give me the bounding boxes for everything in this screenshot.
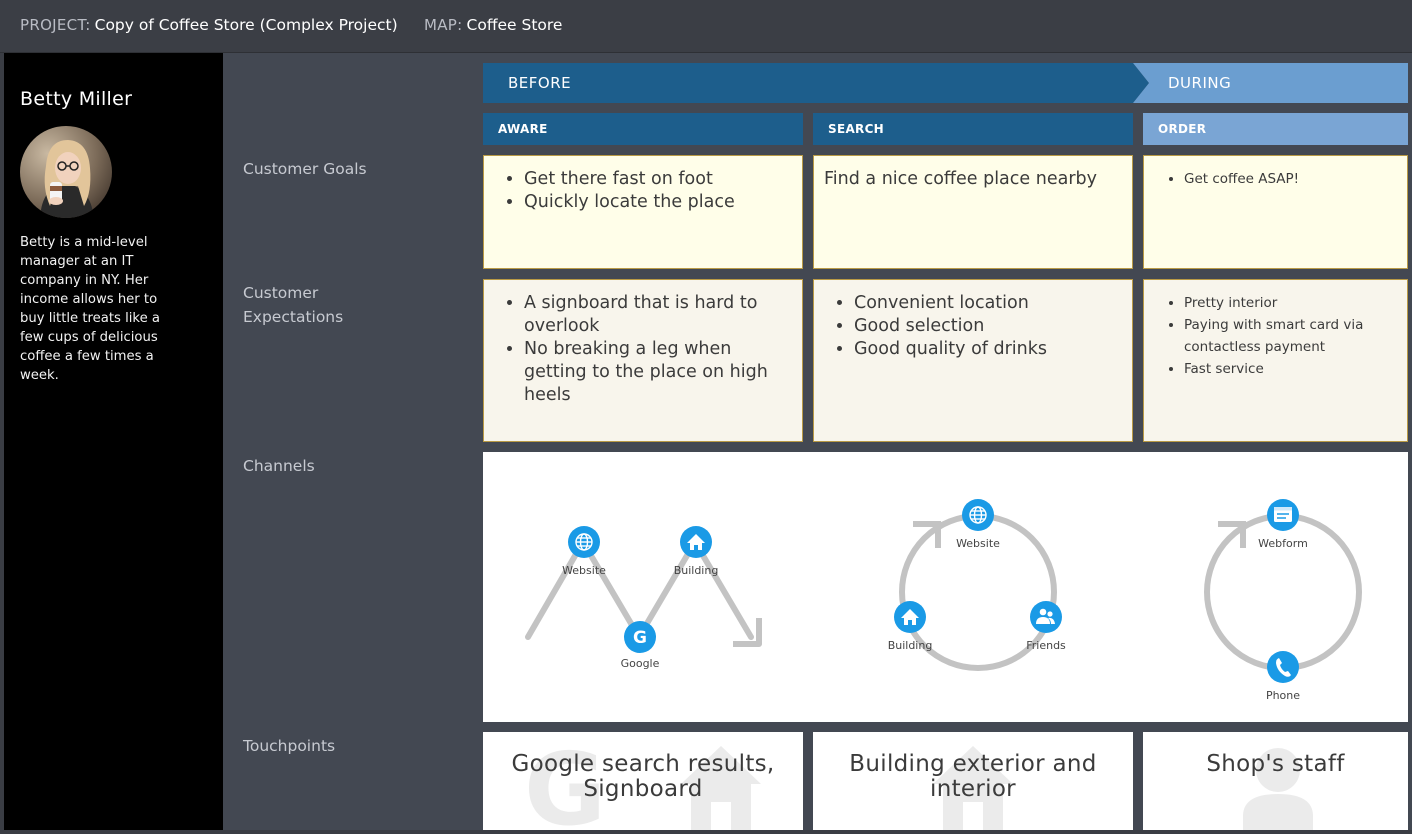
goal-card-aware[interactable]: Get there fast on foot Quickly locate th…: [483, 155, 803, 269]
row-label-goals: Customer Goals: [243, 160, 367, 178]
stage-search[interactable]: SEARCH: [813, 113, 1133, 145]
channel-label: Webform: [1258, 537, 1308, 550]
channel-phone-order[interactable]: Phone: [1266, 651, 1300, 702]
touchpoint-text: Google search results, Signboard: [511, 751, 775, 802]
channels-panel: Website Building G Google Website Buildi…: [483, 452, 1408, 722]
webform-icon: [1274, 507, 1292, 522]
expectation-item: Good quality of drinks: [854, 338, 1122, 361]
journey-map: Customer Goals Customer Expectations Cha…: [223, 53, 1412, 830]
goal-card-order[interactable]: Get coffee ASAP!: [1143, 155, 1408, 269]
persona-description: Betty is a mid-level manager at an IT co…: [20, 235, 160, 383]
channel-label: Phone: [1266, 689, 1300, 702]
phase-before[interactable]: BEFORE: [483, 63, 1149, 103]
expectation-item: Convenient location: [854, 292, 1122, 315]
persona-panel: Betty Miller Betty is a mid-level manage…: [4, 53, 223, 830]
touchpoint-text: Building exterior and interior: [849, 751, 1097, 802]
row-label-expectations-line2: Expectations: [243, 308, 344, 326]
touchpoint-card-aware[interactable]: G Google search results, Signboard: [483, 732, 803, 830]
expectation-item: Fast service: [1184, 358, 1397, 380]
phase-during[interactable]: DURING: [1133, 63, 1408, 103]
stage-order[interactable]: ORDER: [1143, 113, 1408, 145]
map-name: Coffee Store: [466, 16, 563, 34]
top-bar: PROJECT: Copy of Coffee Store (Complex Pr…: [0, 0, 1412, 53]
goal-text: Find a nice coffee place nearby: [824, 169, 1097, 189]
expectation-item: Good selection: [854, 315, 1122, 338]
project-label: PROJECT:: [20, 16, 91, 34]
goal-item: Get there fast on foot: [524, 168, 792, 191]
channel-webform-order[interactable]: Webform: [1258, 499, 1308, 550]
persona-name[interactable]: Betty Miller: [20, 88, 132, 110]
stage-aware[interactable]: AWARE: [483, 113, 803, 145]
expectation-item: A signboard that is hard to overlook: [524, 292, 792, 338]
channel-label: Friends: [1026, 639, 1066, 652]
project-breadcrumb[interactable]: PROJECT: Copy of Coffee Store (Complex Pr…: [20, 16, 398, 34]
channel-label: Building: [888, 639, 933, 652]
channel-building-aware[interactable]: Building: [674, 526, 719, 577]
row-label-touchpoints: Touchpoints: [243, 737, 336, 755]
row-label-expectations: Customer Expectations: [243, 281, 343, 329]
map-breadcrumb[interactable]: MAP: Coffee Store: [424, 16, 562, 34]
channel-website-aware[interactable]: Website: [562, 526, 606, 577]
map-label: MAP:: [424, 16, 463, 34]
goal-card-search[interactable]: Find a nice coffee place nearby: [813, 155, 1133, 269]
touchpoint-card-order[interactable]: Shop's staff: [1143, 732, 1408, 830]
expectation-card-search[interactable]: Convenient location Good selection Good …: [813, 279, 1133, 442]
channel-google-aware[interactable]: G Google: [621, 621, 660, 670]
channel-building-search[interactable]: Building: [888, 601, 933, 652]
goal-item: Quickly locate the place: [524, 191, 792, 214]
channel-label: Website: [562, 564, 606, 577]
channel-website-search[interactable]: Website: [956, 499, 1000, 550]
channel-label: Building: [674, 564, 719, 577]
row-label-expectations-line1: Customer: [243, 284, 319, 302]
goal-item: Get coffee ASAP!: [1184, 168, 1397, 190]
expectation-card-aware[interactable]: A signboard that is hard to overlook No …: [483, 279, 803, 442]
expectation-item: Pretty interior: [1184, 292, 1397, 314]
project-name: Copy of Coffee Store (Complex Project): [94, 16, 398, 34]
channel-label: Website: [956, 537, 1000, 550]
expectation-item: Paying with smart card via contactless p…: [1184, 314, 1397, 358]
expectation-item: No breaking a leg when getting to the pl…: [524, 338, 792, 407]
channel-friends-search[interactable]: Friends: [1026, 601, 1066, 652]
persona-avatar[interactable]: [20, 126, 112, 218]
touchpoint-text: Shop's staff: [1206, 751, 1345, 777]
expectation-card-order[interactable]: Pretty interior Paying with smart card v…: [1143, 279, 1408, 442]
channel-label: Google: [621, 657, 660, 670]
google-icon: G: [633, 628, 647, 648]
row-label-channels: Channels: [243, 457, 315, 475]
touchpoint-card-search[interactable]: Building exterior and interior: [813, 732, 1133, 830]
